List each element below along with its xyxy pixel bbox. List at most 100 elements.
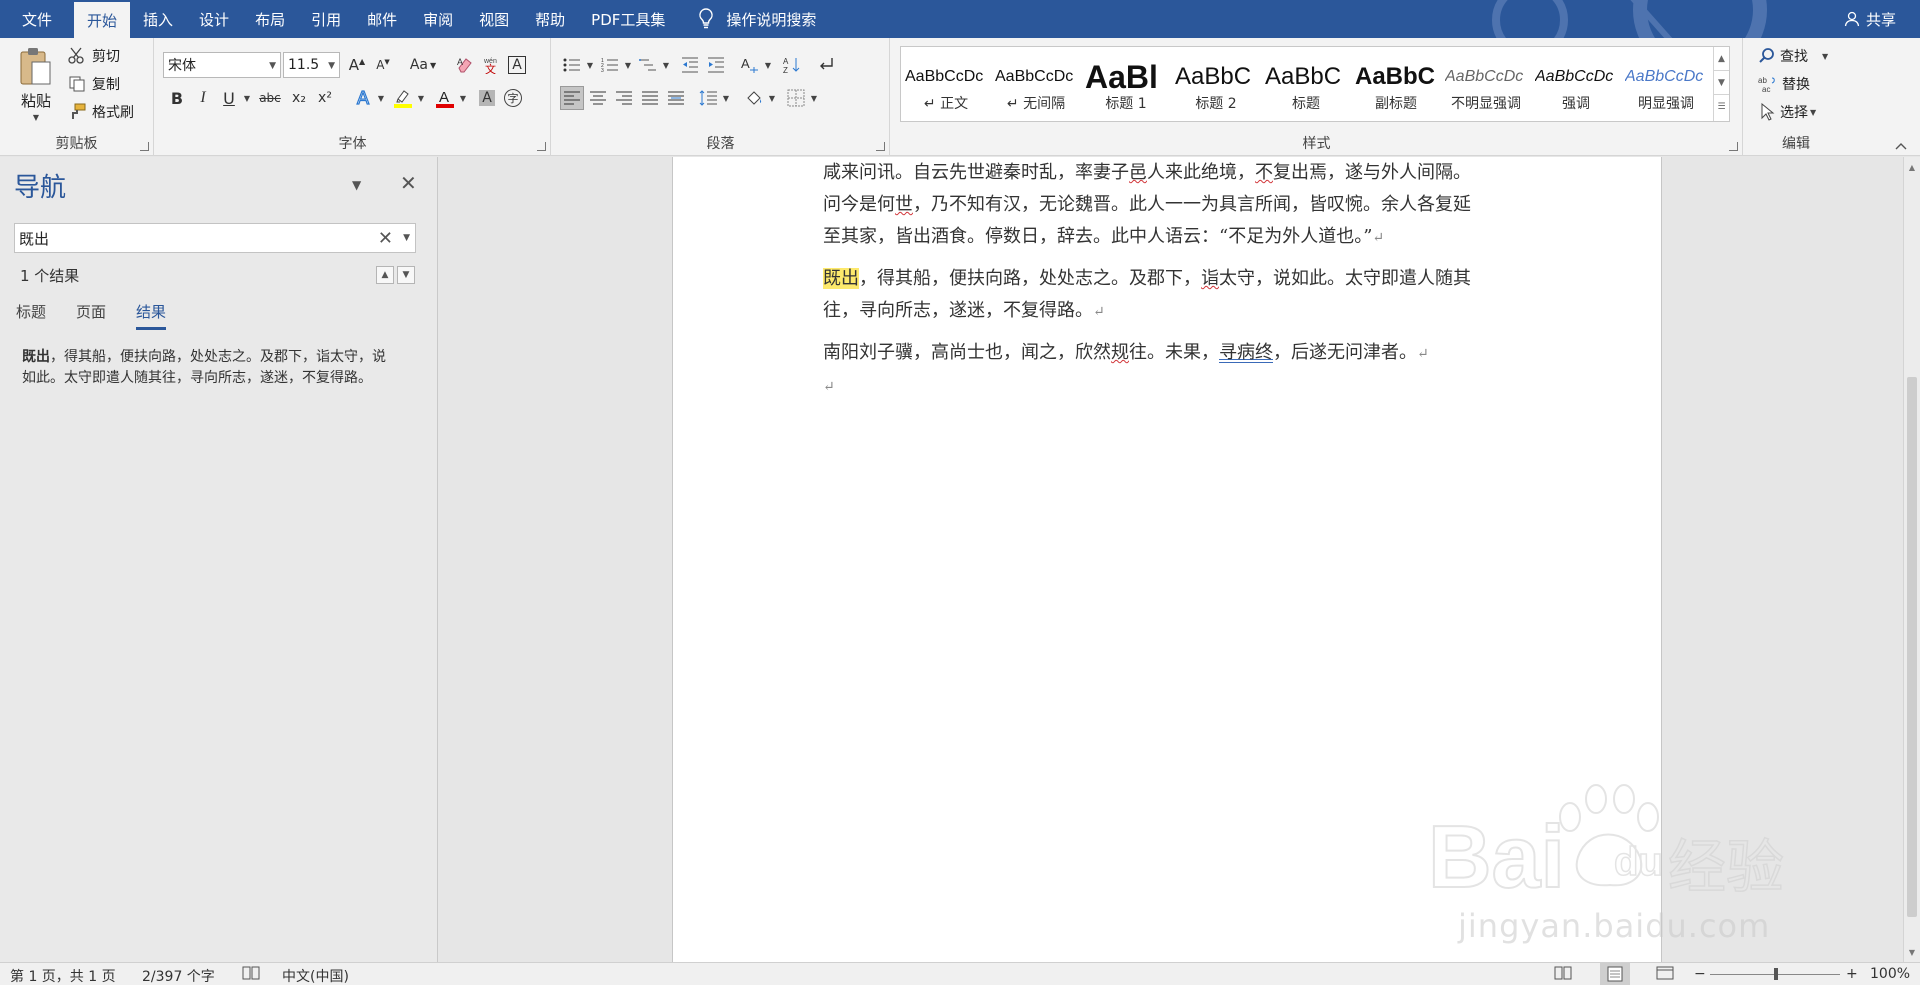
superscript-button[interactable]: x² — [313, 86, 337, 110]
proofing-icon[interactable] — [242, 965, 260, 985]
tab-home[interactable]: 开始 — [74, 2, 131, 38]
cut-button[interactable]: 剪切 — [68, 46, 120, 66]
bullets-dropdown-arrow[interactable]: ▼ — [586, 61, 594, 70]
chinese-layout-button[interactable]: A — [738, 53, 762, 77]
numbering-button[interactable]: 123 — [598, 53, 622, 77]
word-count[interactable]: 2/397 个字 — [142, 966, 215, 985]
select-button[interactable]: 选择 ▼ — [1758, 102, 1816, 122]
line-spacing-dropdown-arrow[interactable]: ▼ — [722, 94, 730, 103]
zoom-in-button[interactable]: + — [1846, 966, 1858, 982]
chevron-down-icon[interactable]: ▼ — [1822, 52, 1828, 61]
show-paragraph-marks-button[interactable] — [814, 53, 838, 77]
next-result-button[interactable]: ▼ — [397, 266, 415, 284]
search-result-item[interactable]: 既出，得其船，便扶向路，处处志之。及郡下，诣太守，说如此。太守即遣人随其往，寻向… — [22, 347, 392, 389]
previous-result-button[interactable]: ▲ — [376, 266, 394, 284]
subscript-button[interactable]: x₂ — [287, 86, 311, 110]
align-left-button[interactable] — [560, 86, 584, 110]
tab-layout[interactable]: 布局 — [242, 0, 298, 38]
find-button[interactable]: 查找 ▼ — [1758, 46, 1828, 66]
web-layout-button[interactable] — [1656, 965, 1674, 985]
tab-help[interactable]: 帮助 — [522, 0, 578, 38]
strikethrough-button[interactable]: abc — [255, 86, 285, 110]
chevron-down-icon[interactable]: ▼ — [403, 233, 410, 243]
scroll-down-arrow[interactable]: ▼ — [1904, 944, 1920, 960]
print-layout-button[interactable] — [1600, 963, 1630, 985]
tab-pdf-tools[interactable]: PDF工具集 — [578, 0, 678, 38]
justify-button[interactable] — [638, 86, 662, 110]
shading-dropdown-arrow[interactable]: ▼ — [768, 94, 776, 103]
font-size-combo[interactable]: 11.5 ▼ — [283, 52, 340, 78]
tab-review[interactable]: 审阅 — [410, 0, 466, 38]
tab-references[interactable]: 引用 — [298, 0, 354, 38]
styles-dialog-launcher[interactable] — [1729, 142, 1738, 151]
line-spacing-button[interactable] — [696, 86, 720, 110]
change-case-button[interactable]: Aa ▼ — [407, 53, 439, 77]
borders-dropdown-arrow[interactable]: ▼ — [810, 94, 818, 103]
zoom-out-button[interactable]: − — [1694, 966, 1706, 982]
style-subtitle[interactable]: AaBbC 副标题 — [1351, 47, 1441, 121]
tab-design[interactable]: 设计 — [186, 0, 242, 38]
font-color-dropdown-arrow[interactable]: ▼ — [459, 94, 467, 103]
shrink-font-button[interactable]: A▼ — [371, 53, 395, 77]
decrease-indent-button[interactable] — [678, 53, 702, 77]
underline-dropdown-arrow[interactable]: ▼ — [243, 94, 251, 103]
pane-options-button[interactable]: ▼ — [352, 178, 361, 192]
scroll-thumb[interactable] — [1907, 377, 1917, 917]
increase-indent-button[interactable] — [704, 53, 728, 77]
tab-mailings[interactable]: 邮件 — [354, 0, 410, 38]
zoom-slider-thumb[interactable] — [1774, 968, 1778, 980]
shading-button[interactable] — [742, 86, 766, 110]
zoom-level[interactable]: 100% — [1870, 966, 1910, 982]
copy-button[interactable]: 复制 — [68, 74, 120, 94]
text-effects-dropdown-arrow[interactable]: ▼ — [377, 94, 385, 103]
multilevel-list-dropdown-arrow[interactable]: ▼ — [662, 61, 670, 70]
character-shading-button[interactable]: A — [475, 86, 499, 110]
replace-button[interactable]: ab ac 替换 — [1758, 74, 1810, 94]
numbering-dropdown-arrow[interactable]: ▼ — [624, 61, 632, 70]
sort-button[interactable]: AZ — [780, 53, 804, 77]
tab-view[interactable]: 视图 — [466, 0, 522, 38]
phonetic-guide-button[interactable]: wén 文 — [479, 53, 503, 77]
borders-button[interactable] — [784, 86, 808, 110]
style-heading-2[interactable]: AaBbC 标题 2 — [1171, 47, 1261, 121]
clear-formatting-button[interactable]: A — [453, 53, 477, 77]
character-border-button[interactable]: A — [505, 53, 529, 77]
multilevel-list-button[interactable] — [636, 53, 660, 77]
subtab-pages[interactable]: 页面 — [76, 301, 106, 322]
subtab-headings[interactable]: 标题 — [16, 301, 46, 322]
underline-button[interactable]: U — [217, 86, 241, 110]
grow-font-button[interactable]: A▲ — [345, 53, 369, 77]
distributed-button[interactable] — [664, 86, 688, 110]
highlight-color-button[interactable] — [391, 86, 415, 110]
style-emphasis[interactable]: AaBbCcDc 强调 — [1531, 47, 1621, 121]
bold-button[interactable]: B — [165, 86, 189, 110]
read-mode-button[interactable] — [1554, 965, 1572, 985]
enclose-characters-button[interactable]: 字 — [501, 86, 525, 110]
clipboard-dialog-launcher[interactable] — [140, 142, 149, 151]
italic-button[interactable]: I — [191, 86, 215, 110]
gallery-scroll-up[interactable]: ▲ — [1714, 47, 1729, 71]
gallery-more[interactable]: ☰ — [1714, 95, 1729, 119]
share-button[interactable]: 共享 — [1844, 0, 1896, 38]
search-document-input[interactable]: 既出 ✕ ▼ — [14, 223, 416, 253]
page-count[interactable]: 第 1 页，共 1 页 — [10, 966, 116, 985]
text-effects-button[interactable]: A — [351, 86, 375, 110]
vertical-scrollbar[interactable]: ▲ ▼ — [1903, 157, 1920, 962]
style-heading-1[interactable]: AaBl 标题 1 — [1081, 47, 1171, 121]
gallery-scroll-down[interactable]: ▼ — [1714, 71, 1729, 95]
chevron-down-icon[interactable]: ▼ — [328, 61, 335, 71]
style-normal[interactable]: AaBbCcDc ↵ 正文 — [901, 47, 991, 121]
font-name-combo[interactable]: 宋体 ▼ — [163, 52, 281, 78]
paragraph-dialog-launcher[interactable] — [876, 142, 885, 151]
paste-dropdown-arrow[interactable]: ▼ — [32, 113, 40, 122]
subtab-results[interactable]: 结果 — [136, 301, 166, 322]
font-color-button[interactable]: A — [433, 86, 457, 110]
align-right-button[interactable] — [612, 86, 636, 110]
style-title[interactable]: AaBbC 标题 — [1261, 47, 1351, 121]
close-icon[interactable]: ✕ — [400, 171, 417, 195]
style-no-spacing[interactable]: AaBbCcDc ↵ 无间隔 — [991, 47, 1081, 121]
format-painter-button[interactable]: 格式刷 — [68, 102, 134, 122]
tab-insert[interactable]: 插入 — [130, 0, 186, 38]
style-subtle-emphasis[interactable]: AaBbCcDc 不明显强调 — [1441, 47, 1531, 121]
align-center-button[interactable] — [586, 86, 610, 110]
